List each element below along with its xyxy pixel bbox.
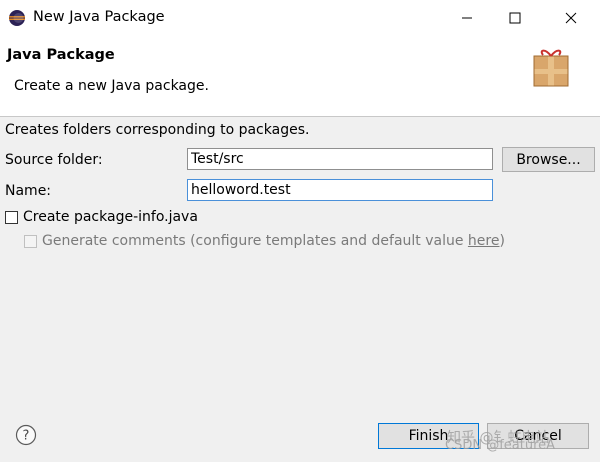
create-package-info-label: Create package-info.java [23,209,198,225]
maximize-button[interactable] [492,0,538,36]
minimize-icon [462,17,472,19]
eclipse-icon [9,10,25,26]
source-folder-label: Source folder: [5,152,103,168]
source-folder-input[interactable] [187,148,493,170]
name-label: Name: [5,183,52,199]
wizard-header: Java Package Create a new Java package. [0,36,600,117]
wizard-content: Creates folders corresponding to package… [0,117,600,462]
browse-button[interactable]: Browse... [502,147,595,172]
templates-here-link[interactable]: here [468,233,500,249]
package-name-input[interactable] [187,179,493,201]
minimize-button[interactable] [444,0,490,36]
create-package-info-row[interactable]: Create package-info.java [5,209,198,225]
page-title: Java Package [7,47,115,63]
generate-comments-label: Generate comments (configure templates a… [42,233,468,249]
maximize-icon [509,12,521,24]
close-button[interactable] [548,0,594,36]
generate-comments-suffix: ) [499,233,505,249]
close-icon [565,12,577,24]
window-title: New Java Package [33,9,165,25]
svg-text:?: ? [23,429,30,444]
page-description: Create a new Java package. [14,78,209,94]
create-package-info-checkbox[interactable] [5,210,18,224]
cancel-button[interactable]: Cancel [487,423,589,449]
help-icon[interactable]: ? [15,424,37,446]
info-text: Creates folders corresponding to package… [5,122,310,138]
window-titlebar: New Java Package [0,0,600,36]
generate-comments-row: Generate comments (configure templates a… [24,233,505,249]
generate-comments-checkbox [24,234,37,248]
package-icon [533,49,569,87]
finish-button[interactable]: Finish [378,423,479,449]
